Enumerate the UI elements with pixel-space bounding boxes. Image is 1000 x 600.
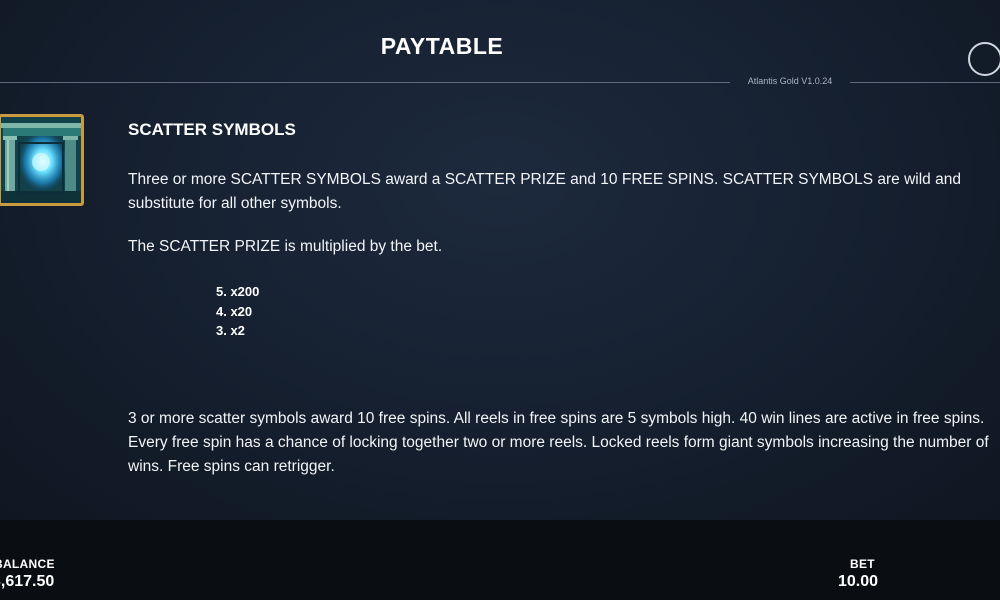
scatter-description: Three or more SCATTER SYMBOLS award a SC… [128,171,961,212]
bet-value: 10.00 [838,573,879,590]
prize-row: 4. x20 [216,303,253,319]
balance-value: 3,617.50 [0,573,55,590]
header-divider-right [850,82,1000,83]
footer-bar: BALANCE 3,617.50 BET 10.00 [0,520,1000,600]
paytable-panel: PAYTABLE Atlantis Gold V1.0.24 SCATTER S… [0,0,1000,520]
section-heading: SCATTER SYMBOLS [128,120,296,139]
page-title: PAYTABLE [380,33,504,59]
close-button[interactable] [968,42,1000,76]
scatter-prize-list: 5. x200 4. x20 3. x2 [216,282,259,341]
prize-row: 3. x2 [216,323,245,338]
prize-row: 5. x200 [216,284,260,299]
header-divider-left [0,82,730,83]
balance-label: BALANCE [0,557,55,571]
portal-icon [1,117,81,203]
bet-label: BET [850,557,875,571]
scatter-symbol-image [0,114,84,206]
scatter-prize-note: The SCATTER PRIZE is multiplied by the b… [128,238,443,255]
free-spins-description: 3 or more scatter symbols award 10 free … [128,410,989,475]
version-label: Atlantis Gold V1.0.24 [747,76,833,86]
